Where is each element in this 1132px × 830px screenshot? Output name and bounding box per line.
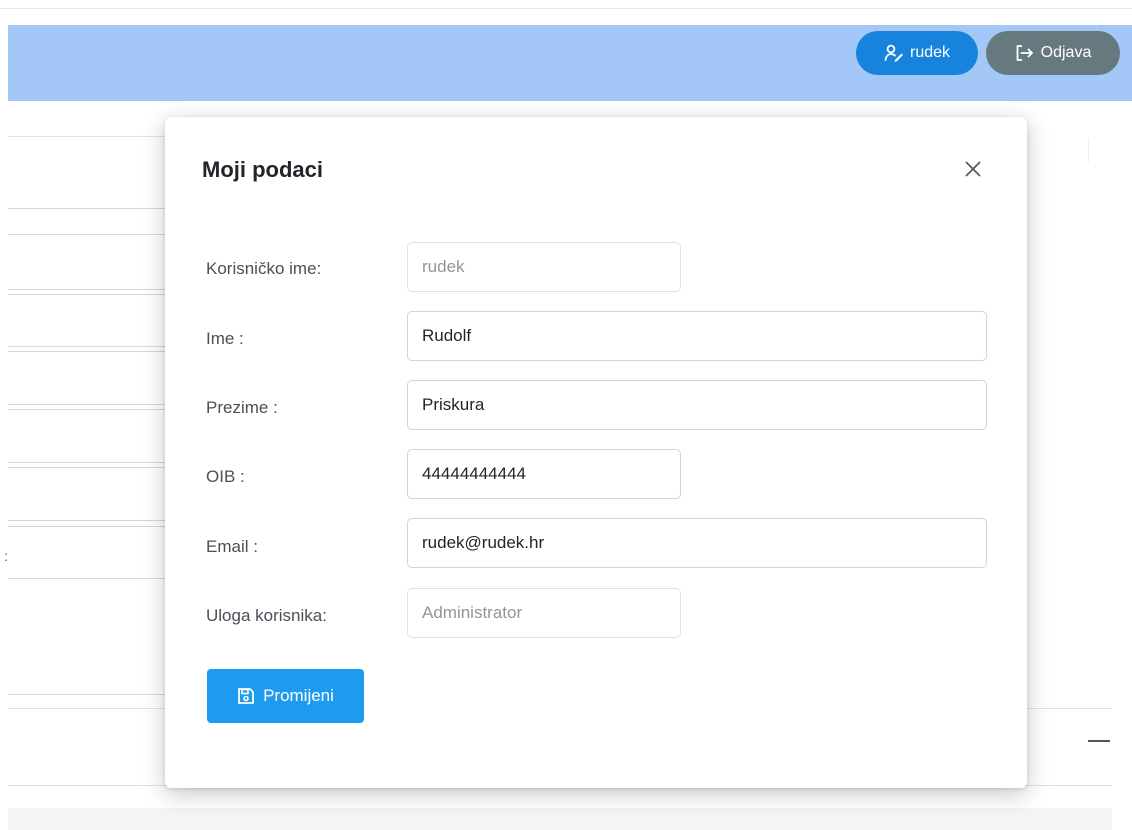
profile-modal: Moji podaci Korisničko ime: Ime : Prezim…	[165, 117, 1027, 788]
background-row-divider	[8, 234, 168, 235]
username-field[interactable]	[407, 242, 681, 292]
email-label: Email :	[206, 537, 258, 556]
background-row-divider	[8, 346, 168, 347]
background-row-divider	[8, 694, 168, 695]
username-label: Korisničko ime:	[206, 259, 322, 278]
last-name-field[interactable]	[407, 380, 987, 430]
logout-icon	[1015, 44, 1035, 62]
background-row-divider	[8, 462, 168, 463]
oib-field[interactable]	[407, 449, 681, 499]
background-row-divider	[8, 208, 168, 209]
background-row-divider	[8, 404, 168, 405]
top-divider	[0, 8, 1132, 9]
background-row-divider	[8, 578, 168, 579]
logout-button[interactable]: Odjava	[986, 31, 1120, 75]
last-name-label: Prezime :	[206, 398, 278, 417]
background-row-divider	[8, 351, 168, 352]
background-row-divider	[8, 526, 168, 527]
logout-button-label: Odjava	[1040, 44, 1092, 61]
background-row-divider	[8, 409, 168, 410]
user-edit-icon	[884, 44, 904, 62]
first-name-field[interactable]	[407, 311, 987, 361]
save-button[interactable]: Promijeni	[207, 669, 364, 723]
first-name-label: Ime :	[206, 329, 244, 348]
role-label: Uloga korisnika:	[206, 606, 327, 625]
role-field[interactable]	[407, 588, 681, 638]
background-row-divider	[8, 294, 168, 295]
background-divider-mark	[1088, 138, 1089, 162]
close-icon[interactable]	[959, 155, 987, 183]
background-footer-strip	[8, 808, 1112, 830]
modal-title: Moji podaci	[202, 157, 323, 182]
save-button-label: Promijeni	[263, 686, 334, 705]
user-profile-button[interactable]: rudek	[856, 31, 978, 75]
background-panel	[8, 136, 168, 209]
email-field[interactable]	[407, 518, 987, 568]
background-row-divider	[8, 520, 168, 521]
user-button-label: rudek	[909, 44, 951, 61]
floppy-disk-icon	[237, 687, 255, 705]
background-row-divider	[8, 467, 168, 468]
oib-label: OIB :	[206, 467, 245, 486]
background-row-divider	[8, 289, 168, 290]
background-colon-text: :	[4, 548, 8, 564]
minimize-icon[interactable]	[1088, 740, 1110, 742]
top-navbar: rudek Odjava	[8, 25, 1132, 101]
